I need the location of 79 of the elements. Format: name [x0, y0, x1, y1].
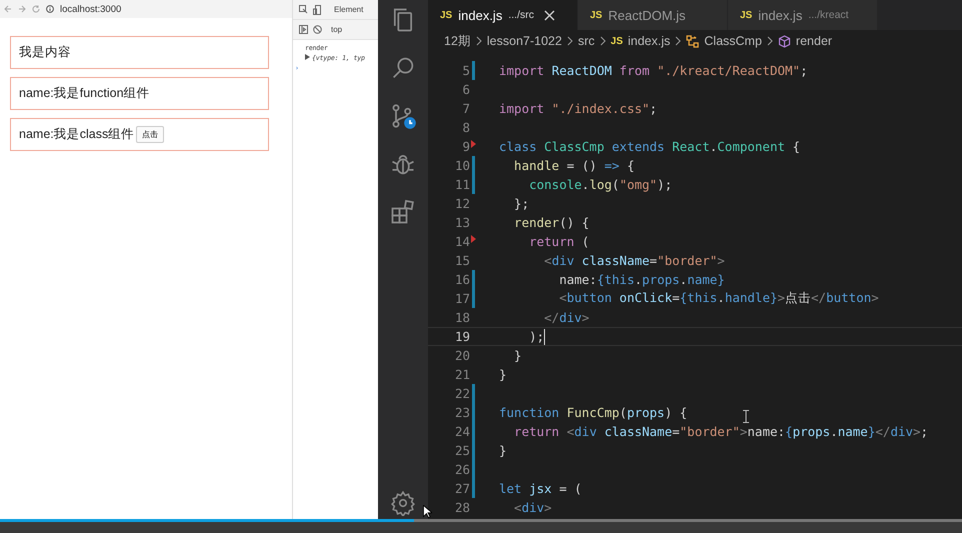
breadcrumb-item[interactable]: src: [578, 34, 595, 48]
editor-tab[interactable]: JS ReactDOM.js: [578, 0, 728, 30]
line-number: 10: [454, 158, 470, 173]
line-number: 17: [454, 291, 470, 306]
expand-triangle-icon[interactable]: [305, 54, 310, 60]
code-line: console.log("omg");: [528, 177, 672, 192]
chevron-icon: [675, 36, 682, 46]
line-number: 16: [454, 272, 470, 287]
code-line: function FuncCmp(props) {: [499, 405, 688, 420]
line-number: 18: [454, 310, 470, 325]
code-line: name:{this.props.name}: [558, 272, 725, 287]
box-text: 我是内容: [19, 44, 71, 61]
editor-tab[interactable]: JS index.js .../src: [428, 0, 578, 30]
line-number: 11: [454, 177, 470, 192]
file-type-label: JS: [610, 36, 623, 46]
line-number: 20: [454, 348, 470, 363]
code-line: return <div className="border">name:{props.name}</div>;: [513, 424, 928, 439]
code-line: </div>: [543, 310, 590, 325]
line-number: 15: [454, 253, 470, 268]
breadcrumb-item[interactable]: ClassCmp: [704, 34, 762, 48]
line-number: 22: [454, 386, 470, 401]
address-field[interactable]: localhost:3000: [60, 4, 122, 14]
line-number: 6: [461, 82, 470, 97]
clear-icon[interactable]: [313, 25, 322, 34]
line-number: 26: [454, 462, 470, 477]
class-icon: [686, 34, 700, 48]
devtools-tab[interactable]: Element: [334, 5, 364, 14]
line-number: 25: [454, 443, 470, 458]
code-line: class ClassCmp extends React.Component {: [499, 139, 800, 154]
extensions-icon[interactable]: [389, 198, 417, 226]
line-number: 28: [454, 500, 470, 515]
box-text: name:我是function组件: [19, 85, 150, 102]
chevron-icon: [766, 36, 773, 46]
code-line: <div>: [513, 500, 552, 515]
code-line: handle = () => {: [513, 158, 634, 173]
mouse-pointer-icon: [423, 505, 432, 518]
breadcrumb-item[interactable]: 12期: [444, 32, 471, 50]
code-line: }: [499, 443, 507, 458]
code-line: import "./index.css";: [499, 101, 658, 116]
line-number: 5: [461, 63, 470, 78]
line-number: 23: [454, 405, 470, 420]
code-line: return (: [528, 234, 590, 249]
box-text: name:我是class组件: [19, 126, 134, 143]
chevron-icon: [476, 36, 482, 46]
line-number: 12: [454, 196, 470, 211]
chevron-icon: [600, 36, 606, 46]
line-number: 19: [454, 329, 470, 344]
breadcrumb-item[interactable]: lesson7-1022: [486, 34, 562, 48]
settings-icon[interactable]: [390, 490, 416, 516]
code-line: let jsx = (: [499, 481, 582, 496]
sidebar-toggle-icon[interactable]: [299, 25, 308, 34]
breadcrumb-item[interactable]: index.js: [628, 34, 670, 48]
breadcrumb-item[interactable]: render: [796, 34, 832, 48]
code-line: <button onClick={this.handle}>点击</button>: [558, 290, 879, 307]
chevron-icon: [566, 36, 573, 46]
line-number: 21: [454, 367, 470, 382]
code-line: }: [499, 367, 507, 382]
line-number: 14: [454, 234, 470, 249]
text-cursor-icon: [743, 410, 749, 423]
line-number: 24: [454, 424, 470, 439]
code-line: render() {: [513, 215, 590, 230]
editor-tab[interactable]: JS index.js .../kreact: [728, 0, 878, 30]
line-number: 13: [454, 215, 470, 230]
device-icon[interactable]: [313, 4, 321, 14]
context-selector[interactable]: top: [331, 25, 342, 34]
code-line: import ReactDOM from "./kreact/ReactDOM";: [499, 63, 808, 78]
info-icon: [46, 5, 54, 13]
line-number: 7: [461, 101, 470, 116]
code-line: };: [513, 196, 530, 211]
click-button[interactable]: 点击: [136, 126, 164, 143]
line-number: 9: [461, 139, 470, 154]
close-icon[interactable]: [544, 10, 555, 20]
line-number: 27: [454, 481, 470, 496]
line-number: 8: [461, 120, 470, 135]
cube-icon: [778, 34, 791, 48]
code-line: );: [528, 329, 544, 344]
inspect-icon[interactable]: [299, 5, 308, 14]
code-line: }: [513, 348, 522, 363]
code-line: <div className="border">: [543, 253, 725, 268]
